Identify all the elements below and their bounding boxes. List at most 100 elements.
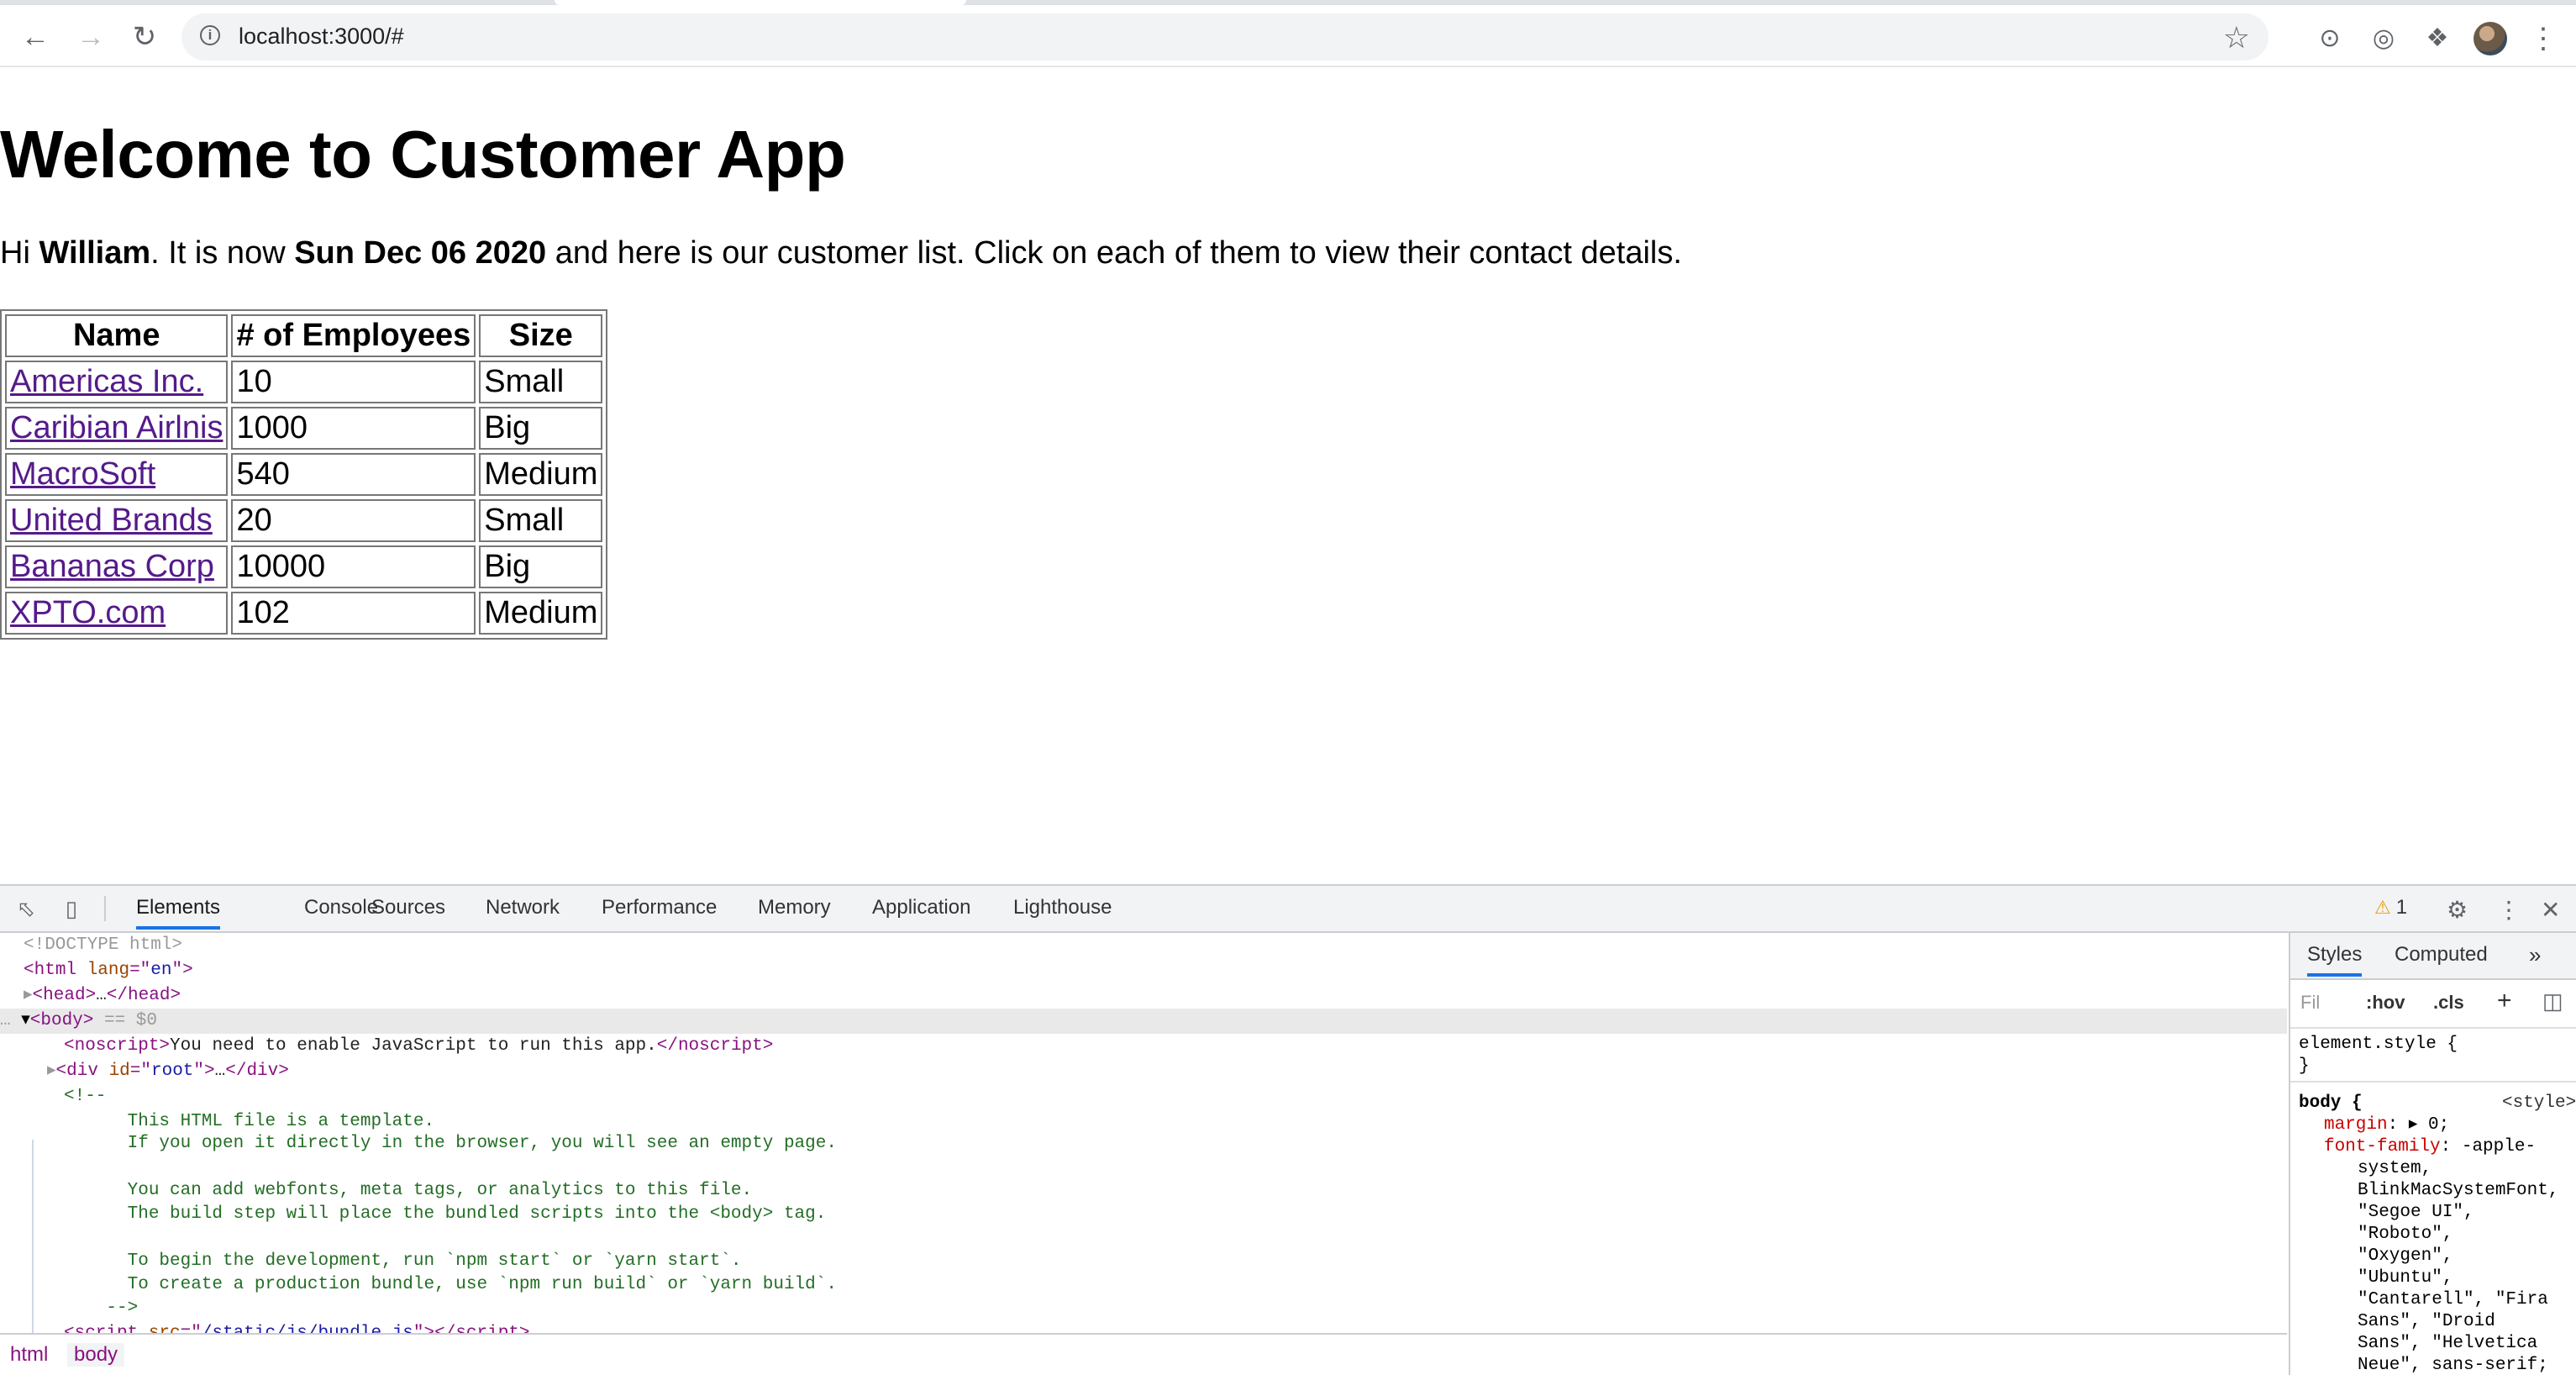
styles-filter-bar: Fil :hov .cls + ◫ <box>2290 980 2576 1029</box>
comment-text: The build step will place the bundled sc… <box>64 1204 827 1224</box>
tab-sources[interactable]: Sources <box>371 886 445 930</box>
size-cell: Medium <box>479 453 603 496</box>
collapse-triangle-icon[interactable]: ▾ <box>21 1011 30 1030</box>
size-cell: Big <box>479 407 603 450</box>
tab-performance[interactable]: Performance <box>602 886 717 930</box>
tab-application[interactable]: Application <box>872 886 970 930</box>
font-family-declaration[interactable]: font-family: -apple- <box>2324 1136 2536 1158</box>
url-text[interactable]: localhost:3000/# <box>239 24 404 50</box>
doctype-text: <!DOCTYPE html> <box>24 935 183 955</box>
customer-link[interactable]: Caribian Airlnis <box>10 410 223 445</box>
tab-memory[interactable]: Memory <box>758 886 831 930</box>
font-value-line: "Oxygen", <box>2358 1246 2453 1266</box>
site-info-icon[interactable]: i <box>200 25 220 45</box>
table-header-row: Name # of Employees Size <box>5 314 603 357</box>
size-cell: Small <box>479 499 603 542</box>
extensions-puzzle-icon[interactable]: ❖ <box>2421 22 2453 54</box>
bookmark-star-icon[interactable]: ☆ <box>2223 20 2250 55</box>
customer-link[interactable]: Bananas Corp <box>10 549 214 584</box>
customer-link[interactable]: Americas Inc. <box>10 364 203 399</box>
font-value-line: "Cantarell", "Fira <box>2358 1290 2548 1309</box>
font-value-line: BlinkMacSystemFont, <box>2358 1181 2559 1200</box>
employees-cell: 102 <box>231 592 476 635</box>
margin-declaration[interactable]: margin: ▸ 0; <box>2324 1114 2449 1136</box>
body-selector[interactable]: body { <box>2299 1093 2363 1114</box>
class-toggle[interactable]: .cls <box>2433 992 2464 1014</box>
styles-filter-input[interactable]: Fil <box>2300 992 2320 1014</box>
extension-icon-2[interactable]: ◎ <box>2368 22 2400 54</box>
dom-node-doctype[interactable]: <!DOCTYPE html> <box>0 933 2287 958</box>
tab-computed[interactable]: Computed <box>2395 933 2488 977</box>
browser-menu-icon[interactable]: ⋮ <box>2529 22 2558 55</box>
size-cell: Medium <box>479 592 603 635</box>
font-value-line: "Ubuntu", <box>2358 1268 2453 1288</box>
more-tabs-icon[interactable]: » <box>2529 933 2541 977</box>
tab-lighthouse[interactable]: Lighthouse <box>1013 886 1112 930</box>
page-viewport: Welcome to Customer App Hi William. It i… <box>0 67 2576 884</box>
customer-name-cell: Bananas Corp <box>5 545 229 588</box>
table-row: United Brands 20 Small <box>5 499 603 542</box>
comment-line: To begin the development, run `npm start… <box>0 1249 2287 1274</box>
customer-table: Name # of Employees Size Americas Inc. 1… <box>0 309 608 640</box>
tab-console[interactable]: Console <box>304 886 378 930</box>
table-row: Bananas Corp 10000 Big <box>5 545 603 588</box>
warning-count: 1 <box>2395 896 2408 919</box>
div-attr: id <box>108 1062 130 1081</box>
font-value-line: Sans", "Droid <box>2358 1312 2495 1331</box>
new-rule-icon[interactable]: + <box>2497 987 2512 1015</box>
intro-mid: . It is now <box>150 235 295 271</box>
margin-property: margin <box>2324 1115 2388 1135</box>
tab-network[interactable]: Network <box>486 886 560 930</box>
back-arrow-icon[interactable]: ← <box>18 20 52 54</box>
employees-cell: 540 <box>231 453 476 496</box>
dom-node-html[interactable]: <html lang="en"> <box>0 958 2287 983</box>
styles-tabbar: Styles Computed » <box>2290 933 2576 980</box>
hover-state-toggle[interactable]: :hov <box>2366 992 2405 1014</box>
tab-elements[interactable]: Elements <box>136 886 221 930</box>
expand-triangle-icon[interactable]: ▸ <box>47 1062 56 1081</box>
extension-icon-1[interactable]: ⊙ <box>2314 22 2346 54</box>
expand-triangle-icon[interactable]: ▸ <box>2409 1115 2418 1135</box>
font-value-line: "Roboto", <box>2358 1225 2453 1244</box>
inspect-element-icon[interactable]: ⬁ <box>13 896 39 921</box>
size-cell: Big <box>479 545 603 588</box>
employees-cell: 10 <box>231 361 476 403</box>
toggle-sidebar-icon[interactable]: ◫ <box>2542 988 2563 1014</box>
breadcrumb-html[interactable]: html <box>10 1343 48 1367</box>
profile-avatar[interactable] <box>2473 22 2507 55</box>
tab-styles[interactable]: Styles <box>2307 933 2363 977</box>
reload-icon[interactable]: ↻ <box>128 20 161 54</box>
rule-source-link[interactable]: <style> <box>2502 1093 2576 1114</box>
customer-link[interactable]: MacroSoft <box>10 456 155 492</box>
size-cell: Small <box>479 361 603 403</box>
device-toolbar-icon[interactable]: ▯ <box>59 896 84 921</box>
settings-gear-icon[interactable]: ⚙ <box>2447 896 2468 924</box>
forward-arrow-icon[interactable]: → <box>74 20 108 54</box>
dom-node-noscript[interactable]: <noscript>You need to enable JavaScript … <box>0 1034 2287 1059</box>
intro-hi: Hi <box>0 235 39 271</box>
address-bar[interactable]: i localhost:3000/# ☆ <box>181 13 2268 61</box>
expand-triangle-icon[interactable]: ▸ <box>24 986 33 1005</box>
close-devtools-icon[interactable]: ✕ <box>2541 896 2560 924</box>
customer-link[interactable]: United Brands <box>10 503 213 538</box>
rule-divider <box>2290 1081 2576 1083</box>
column-header-employees: # of Employees <box>231 314 476 357</box>
font-value-line: -apple- <box>2461 1137 2537 1156</box>
dom-node-root-div[interactable]: ▸<div id="root">…</div> <box>0 1059 2287 1084</box>
table-row: XPTO.com 102 Medium <box>5 592 603 635</box>
customer-name-cell: Americas Inc. <box>5 361 229 403</box>
devtools-menu-icon[interactable]: ⋮ <box>2497 896 2521 924</box>
font-value-line: system, <box>2358 1159 2432 1178</box>
font-family-property: font-family <box>2324 1137 2441 1156</box>
dom-node-head[interactable]: ▸<head>…</head> <box>0 983 2287 1009</box>
customer-link[interactable]: XPTO.com <box>10 595 166 630</box>
element-style-rule[interactable]: element.style { <box>2299 1034 2458 1056</box>
head-tag: head <box>43 986 86 1005</box>
customer-name-cell: XPTO.com <box>5 592 229 635</box>
devtools-tabbar: ⬁ ▯ Elements Console Sources Network Per… <box>0 886 2576 933</box>
breadcrumb-body[interactable]: body <box>67 1343 125 1367</box>
html-attr: lang <box>87 961 130 980</box>
div-attr-value: root <box>151 1062 194 1081</box>
dom-node-body-selected[interactable]: … ▾<body> == $0 <box>0 1009 2287 1034</box>
warnings-counter[interactable]: ⚠ 1 <box>2374 896 2407 919</box>
